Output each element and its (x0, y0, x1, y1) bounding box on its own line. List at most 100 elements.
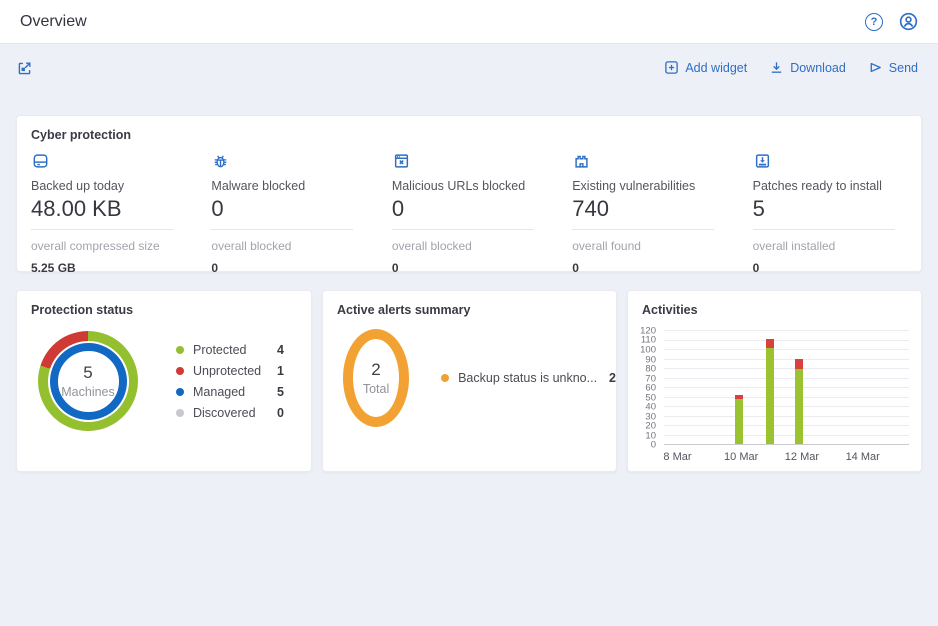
y-tick-label: 40 (645, 401, 656, 412)
x-tick-label: 14 Mar (846, 451, 880, 463)
add-widget-icon (664, 60, 679, 75)
activities-y-axis: 0102030405060708090100110120 (634, 331, 660, 445)
gridline (664, 368, 909, 369)
y-tick-label: 30 (645, 411, 656, 422)
legend-item-protected: Protected 4 (176, 343, 284, 357)
stat-malicious-urls: Malicious URLs blocked 0 overall blocked… (392, 152, 572, 275)
x-tick-label: 8 Mar (663, 451, 691, 463)
protection-donut-gap: 5 Machines (48, 341, 129, 422)
gridline (664, 435, 909, 436)
protected-dot (176, 346, 184, 354)
protection-legend: Protected 4 Unprotected 1 Managed 5 (176, 336, 284, 427)
gridline (664, 330, 909, 331)
stat-label: Malicious URLs blocked (392, 179, 546, 193)
gridline (664, 349, 909, 350)
toolbar-actions: Add widget Download Send (664, 60, 918, 75)
stat-value: 48.00 KB (31, 196, 185, 222)
patch-install-icon (753, 152, 907, 172)
divider (572, 229, 714, 230)
legend-label: Managed (193, 385, 277, 399)
stat-label: Malware blocked (211, 179, 365, 193)
legend-label: Unprotected (193, 364, 277, 378)
active-alerts-title: Active alerts summary (323, 291, 616, 317)
y-tick-label: 10 (645, 430, 656, 441)
machines-count: 5 (83, 363, 92, 383)
gridline (664, 340, 909, 341)
add-widget-label: Add widget (685, 61, 747, 75)
failed-segment (795, 359, 803, 368)
alerts-donut-ring: 2 Total (343, 329, 409, 427)
widgets-row: Protection status 5 Machines Protected 4 (16, 290, 922, 472)
failed-segment (766, 339, 774, 347)
activities-card: Activities 0102030405060708090100110120 … (627, 290, 922, 472)
stat-subvalue: 0 (392, 261, 546, 275)
header-actions: ? (865, 12, 918, 31)
activities-plot (664, 331, 909, 445)
stat-sublabel: overall compressed size (31, 239, 185, 253)
page-title: Overview (20, 13, 87, 31)
completed-segment (766, 348, 774, 444)
divider (211, 229, 353, 230)
legend-value: 1 (277, 364, 284, 378)
protection-status-title: Protection status (17, 291, 311, 317)
stat-value: 740 (572, 196, 726, 222)
unprotected-dot (176, 367, 184, 375)
stat-malware-blocked: Malware blocked 0 overall blocked 0 (211, 152, 391, 275)
x-tick-label: 10 Mar (724, 451, 758, 463)
gridline (664, 359, 909, 360)
y-tick-label: 50 (645, 392, 656, 403)
active-alerts-content: 2 Total Backup status is unkno... 2 (323, 317, 616, 427)
y-tick-label: 60 (645, 383, 656, 394)
toolbar: Add widget Download Send (0, 44, 938, 80)
stat-value: 5 (753, 196, 907, 222)
protection-inner-ring: 5 Machines (50, 343, 127, 420)
legend-item-managed: Managed 5 (176, 385, 284, 399)
gridline (664, 425, 909, 426)
divider (753, 229, 895, 230)
expand-widget-icon[interactable] (16, 60, 33, 77)
activities-title: Activities (628, 291, 921, 317)
stat-subvalue: 0 (211, 261, 365, 275)
activity-bar (795, 331, 803, 444)
divider (392, 229, 534, 230)
send-label: Send (889, 61, 918, 75)
stat-backed-up-today: Backed up today 48.00 KB overall compres… (31, 152, 211, 275)
activity-bar (766, 331, 774, 444)
account-icon[interactable] (899, 12, 918, 31)
add-widget-button[interactable]: Add widget (664, 60, 747, 75)
stat-label: Backed up today (31, 179, 185, 193)
protection-status-content: 5 Machines Protected 4 Unprotected 1 (17, 317, 311, 431)
gridline (664, 406, 909, 407)
stat-sublabel: overall installed (753, 239, 907, 253)
y-tick-label: 100 (640, 344, 656, 355)
vulnerabilities-icon (572, 152, 726, 172)
legend-item-unprotected: Unprotected 1 (176, 364, 284, 378)
alert-type-value: 2 (609, 371, 616, 385)
help-icon[interactable]: ? (865, 13, 883, 31)
send-icon (868, 60, 883, 75)
cyber-protection-card: Cyber protection Backed up today 48.00 K… (16, 115, 922, 272)
gridline (664, 378, 909, 379)
stat-subvalue: 0 (572, 261, 726, 275)
y-tick-label: 120 (640, 326, 656, 337)
send-button[interactable]: Send (868, 60, 918, 75)
y-tick-label: 20 (645, 421, 656, 432)
y-tick-label: 80 (645, 363, 656, 374)
alerts-legend: Backup status is unkno... 2 (441, 371, 616, 385)
stat-subvalue: 0 (753, 261, 907, 275)
malware-bug-icon (211, 152, 365, 172)
x-tick-label: 12 Mar (785, 451, 819, 463)
alert-type-label: Backup status is unkno... (458, 371, 597, 385)
download-button[interactable]: Download (769, 60, 846, 75)
legend-label: Protected (193, 343, 277, 357)
alert-type-dot (441, 374, 449, 382)
machines-label: Machines (61, 385, 115, 399)
main-content: Cyber protection Backed up today 48.00 K… (0, 115, 938, 472)
cyber-protection-title: Cyber protection (17, 116, 921, 142)
gridline (664, 397, 909, 398)
cyber-protection-stats: Backed up today 48.00 KB overall compres… (17, 142, 921, 275)
y-tick-label: 0 (651, 440, 656, 451)
help-glyph: ? (871, 16, 878, 28)
stat-sublabel: overall blocked (392, 239, 546, 253)
completed-segment (735, 399, 743, 444)
